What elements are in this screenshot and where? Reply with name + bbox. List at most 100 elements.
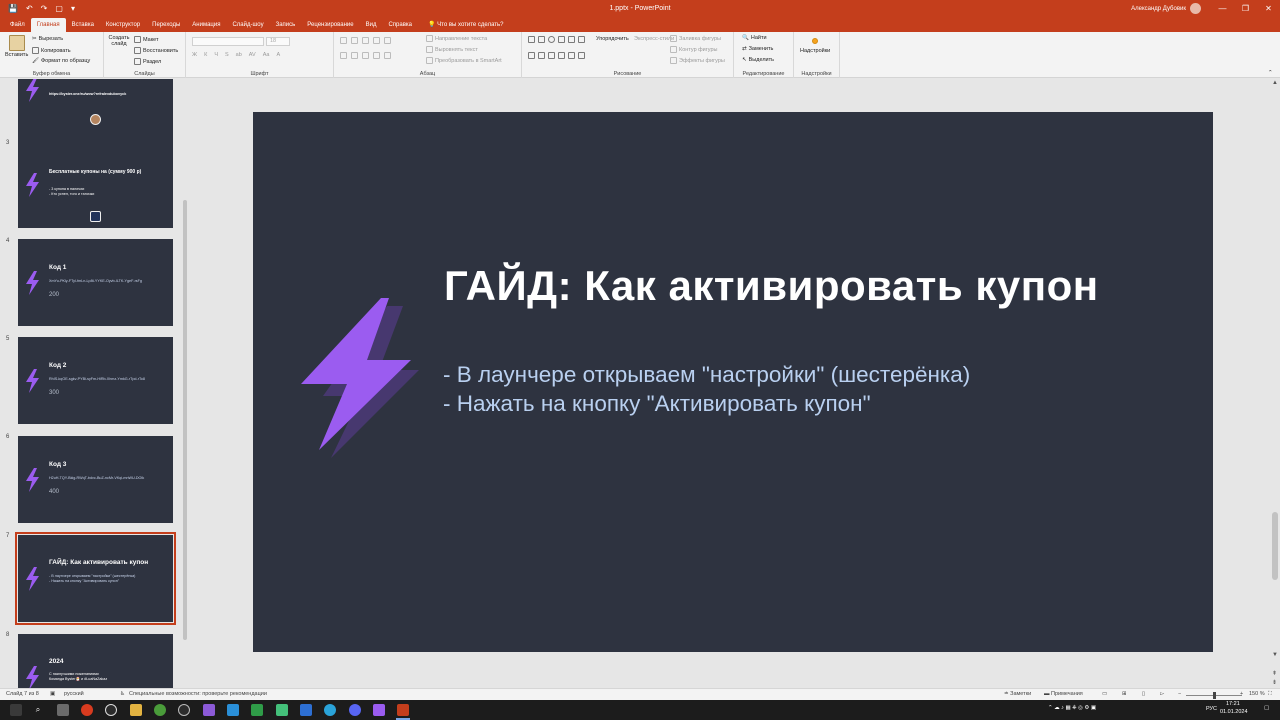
visual-studio-icon[interactable] bbox=[203, 704, 215, 716]
user-name[interactable]: Александр Дубовик bbox=[1131, 6, 1186, 12]
tab-transitions[interactable]: Переходы bbox=[146, 18, 186, 32]
align-right-icon[interactable] bbox=[362, 52, 369, 59]
comments-button[interactable]: ▬ Примечания bbox=[1044, 691, 1083, 697]
thumbnail-scrollbar-thumb[interactable] bbox=[183, 200, 187, 640]
avatar[interactable] bbox=[1190, 3, 1201, 14]
indent-increase-icon[interactable] bbox=[373, 37, 380, 44]
paste-button[interactable]: Вставить bbox=[5, 35, 28, 58]
smartart-button[interactable]: Преобразовать в SmartArt bbox=[426, 57, 502, 64]
shadow-button[interactable]: S bbox=[225, 52, 229, 58]
previous-slide-icon[interactable]: ⇞ bbox=[1272, 670, 1277, 677]
slide-thumbnail-8[interactable]: 2024 С наилучшими пожеланиями Команда By… bbox=[18, 634, 173, 688]
app-icon-red[interactable] bbox=[81, 704, 93, 716]
align-center-icon[interactable] bbox=[351, 52, 358, 59]
browser-icon[interactable] bbox=[178, 704, 190, 716]
select-button[interactable]: ↖ Выделить bbox=[742, 57, 774, 63]
line-shape-icon[interactable] bbox=[538, 36, 545, 43]
new-slide-button[interactable]: Создать слайд bbox=[108, 35, 375, 159]
zoom-out-icon[interactable]: − bbox=[1178, 691, 1181, 697]
zoom-level[interactable]: 150 % bbox=[1249, 691, 1265, 697]
canvas-scrollbar-thumb[interactable] bbox=[1272, 512, 1278, 580]
align-left-icon[interactable] bbox=[340, 52, 347, 59]
powerpoint-icon[interactable] bbox=[397, 704, 409, 716]
text-direction-button[interactable]: Направление текста bbox=[426, 35, 487, 42]
copy-button[interactable]: Копировать bbox=[32, 47, 71, 54]
font-name-select[interactable] bbox=[192, 37, 264, 46]
tab-design[interactable]: Конструктор bbox=[100, 18, 146, 32]
scroll-down-icon[interactable]: ▼ bbox=[1272, 652, 1278, 658]
current-slide[interactable]: ГАЙД: Как активировать купон - В лаунчер… bbox=[253, 112, 1213, 652]
callout-shape-icon[interactable] bbox=[548, 51, 555, 59]
addins-button[interactable]: Надстройки bbox=[800, 38, 830, 54]
vscode-icon[interactable] bbox=[227, 704, 239, 716]
spellcheck-icon[interactable]: ▣ bbox=[50, 691, 55, 697]
tab-slideshow[interactable]: Слайд-шоу bbox=[226, 18, 269, 32]
customize-qat-icon[interactable]: ▾ bbox=[71, 4, 75, 13]
file-explorer-icon[interactable] bbox=[130, 704, 142, 716]
notifications-icon[interactable]: ▢ bbox=[1264, 705, 1269, 711]
slide-thumbnail-4[interactable]: Код 1 XmYu-PKly-FTyl-fmLn-Lp8t-YYKE-Oyvb… bbox=[18, 239, 173, 326]
tab-home[interactable]: Главная bbox=[30, 18, 66, 32]
justify-icon[interactable] bbox=[373, 52, 380, 59]
change-case-button[interactable]: Aa bbox=[263, 52, 270, 58]
arrow-shape-icon[interactable] bbox=[578, 36, 585, 43]
tab-insert[interactable]: Вставка bbox=[66, 18, 100, 32]
brace-shape-icon[interactable] bbox=[538, 51, 545, 59]
tray-icons[interactable]: ⌃ ☁ ♪ ▦ ⎈ ◎ ⚙ ▣ bbox=[1048, 705, 1096, 712]
slide-thumbnail-3[interactable]: Бесплатные купоны на (сумму 900 р) - 3 к… bbox=[18, 141, 173, 228]
tab-view[interactable]: Вид bbox=[360, 18, 383, 32]
rounded-rect-shape-icon[interactable] bbox=[558, 36, 565, 43]
tab-animations[interactable]: Анимация bbox=[186, 18, 226, 32]
more-shapes-icon[interactable] bbox=[578, 51, 585, 59]
indent-decrease-icon[interactable] bbox=[362, 37, 369, 44]
star-shape-icon[interactable] bbox=[528, 51, 535, 59]
tell-me-search[interactable]: 💡 Что вы хотите сделать? bbox=[418, 18, 503, 32]
slide-sorter-icon[interactable]: ⊞ bbox=[1122, 691, 1127, 697]
slide-thumbnail-5[interactable]: Код 2 RhIS-kqOE-sgkv-PYBi-syFm-HiRb-Xhmz… bbox=[18, 337, 173, 424]
windows-start-icon[interactable] bbox=[10, 704, 22, 716]
next-slide-icon[interactable]: ⇟ bbox=[1272, 679, 1277, 686]
shapes-gallery[interactable] bbox=[528, 36, 590, 64]
search-icon[interactable]: ⌕ bbox=[32, 704, 44, 716]
telegram-icon[interactable] bbox=[324, 704, 336, 716]
triangle-shape-icon[interactable] bbox=[568, 36, 575, 43]
undo-icon[interactable]: ↶ bbox=[26, 4, 33, 13]
columns-icon[interactable] bbox=[384, 52, 391, 59]
close-button[interactable]: ✕ bbox=[1257, 4, 1280, 13]
underline-button[interactable]: Ч bbox=[214, 52, 218, 58]
clock-date[interactable]: 01.01.2024 bbox=[1220, 709, 1248, 715]
collapse-ribbon-icon[interactable]: ⌃ bbox=[1268, 70, 1273, 76]
curve-shape-icon[interactable] bbox=[558, 51, 565, 59]
bullets-icon[interactable] bbox=[340, 37, 347, 44]
present-icon[interactable]: ▢ bbox=[55, 4, 63, 13]
format-painter-button[interactable]: 🖌 Формат по образцу bbox=[32, 58, 90, 64]
strikethrough-button[interactable]: ab bbox=[236, 52, 242, 58]
discord-icon[interactable] bbox=[349, 704, 361, 716]
chrome-icon[interactable] bbox=[154, 704, 166, 716]
slide-thumbnail-2[interactable]: https://byster.one/ru/wow?refralexdubovy… bbox=[18, 79, 173, 146]
maximize-button[interactable]: ❐ bbox=[1234, 4, 1257, 13]
slide-thumbnail-6[interactable]: Код 3 H2uH-TQY-Bkig-RWqT-bdvc-BuZ-ncMr-V… bbox=[18, 436, 173, 523]
tab-record[interactable]: Запись bbox=[270, 18, 302, 32]
shape-fill-button[interactable]: Заливка фигуры bbox=[670, 35, 721, 42]
bold-button[interactable]: Ж bbox=[192, 52, 197, 58]
minimize-button[interactable]: — bbox=[1211, 4, 1234, 13]
tab-review[interactable]: Рецензирование bbox=[301, 18, 359, 32]
arrange-button[interactable]: Упорядочить bbox=[596, 36, 863, 160]
font-color-button[interactable]: A bbox=[276, 52, 280, 58]
shape-effects-button[interactable]: Эффекты фигуры bbox=[670, 57, 725, 64]
italic-button[interactable]: К bbox=[204, 52, 207, 58]
shape-outline-button[interactable]: Контур фигуры bbox=[670, 46, 717, 53]
align-text-button[interactable]: Выровнять текст bbox=[426, 46, 478, 53]
tab-file[interactable]: Файл bbox=[4, 18, 31, 32]
spreadsheet-icon[interactable] bbox=[251, 704, 263, 716]
zoom-in-icon[interactable]: + bbox=[1240, 691, 1243, 697]
oval-shape-icon[interactable] bbox=[548, 36, 555, 43]
slide-thumbnail-panel[interactable]: https://byster.one/ru/wow?refralexdubovy… bbox=[0, 79, 186, 688]
font-size-select[interactable]: 18 bbox=[266, 37, 290, 46]
quick-styles-button[interactable]: Экспресс-стили bbox=[634, 36, 901, 160]
language-indicator[interactable]: русский bbox=[64, 691, 84, 697]
heart-shape-icon[interactable] bbox=[568, 51, 575, 59]
spacing-button[interactable]: AV bbox=[249, 52, 256, 58]
numbering-icon[interactable] bbox=[351, 37, 358, 44]
